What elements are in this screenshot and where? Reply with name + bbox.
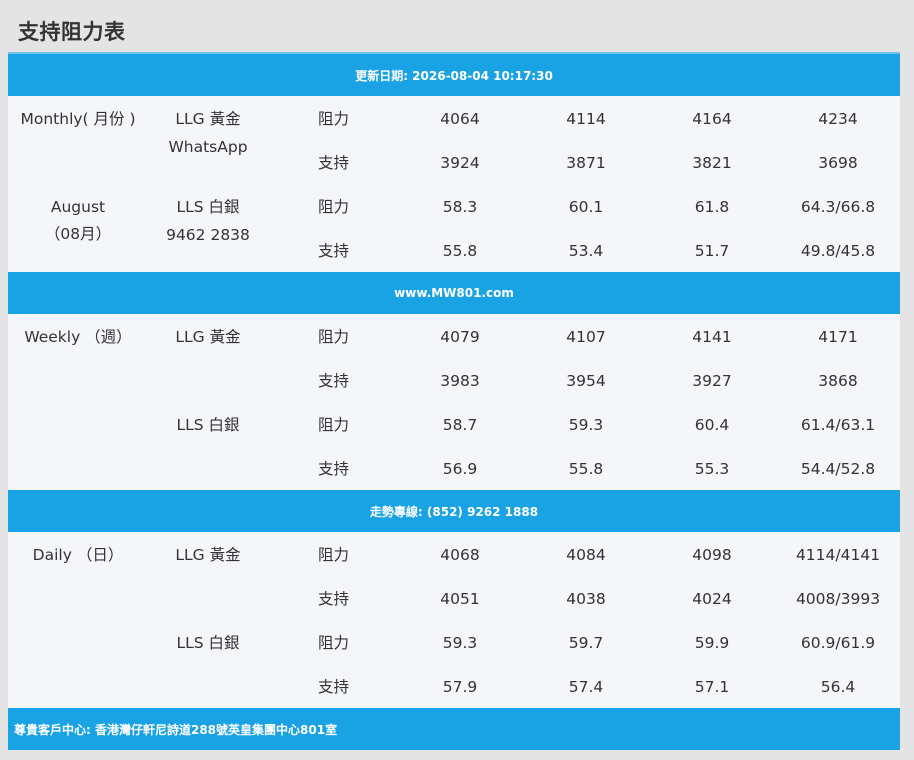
table-cell: 4051 (440, 590, 480, 608)
table-cell: 57.1 (694, 678, 730, 696)
table-cell: 3871 (566, 154, 606, 172)
row-type-support: 支持 (318, 242, 350, 260)
monthly-period-label: Monthly( 月份 ) (20, 110, 136, 128)
table-cell: 51.7 (694, 242, 730, 260)
monthly-silver-label: LLS 白銀 (176, 198, 240, 216)
table-cell: 3924 (440, 154, 480, 172)
weekly-gold-label: LLG 黃金 (175, 328, 241, 346)
row-type-support: 支持 (318, 372, 350, 390)
weekly-silver-label: LLS 白銀 (176, 416, 240, 434)
table-cell: 56.9 (442, 460, 478, 478)
table-cell: 4234 (818, 110, 858, 128)
table-cell: 56.4 (820, 678, 856, 696)
table-cell: 60.4 (694, 416, 730, 434)
hotline-bar: 走勢專線: (852) 9262 1888 (8, 490, 900, 532)
table-cell: 58.3 (442, 198, 478, 216)
table-cell: 4008/3993 (795, 590, 881, 608)
table-cell: 4114/4141 (795, 546, 881, 564)
page-title: 支持阻力表 (18, 20, 126, 44)
row-type-resistance: 阻力 (318, 634, 350, 652)
table-cell: 59.3 (568, 416, 604, 434)
table-cell: 3821 (692, 154, 732, 172)
whatsapp-number: 9462 2838 (166, 226, 250, 244)
table-cell: 4024 (692, 590, 732, 608)
table-cell: 3927 (692, 372, 732, 390)
daily-silver-label: LLS 白銀 (176, 634, 240, 652)
row-type-resistance: 阻力 (318, 416, 350, 434)
row-type-resistance: 阻力 (318, 546, 350, 564)
whatsapp-label: WhatsApp (168, 138, 248, 156)
table-cell: 61.8 (694, 198, 730, 216)
table-cell: 54.4/52.8 (800, 460, 876, 478)
row-type-resistance: 阻力 (318, 328, 350, 346)
website-bar[interactable]: www.MW801.com (8, 272, 900, 314)
table-cell: 58.7 (442, 416, 478, 434)
support-resistance-table: 更新日期: 2026-08-04 10:17:30 Monthly( 月份 ) … (8, 52, 900, 750)
table-cell: 60.9/61.9 (800, 634, 876, 652)
table-cell: 4079 (440, 328, 480, 346)
table-cell: 3954 (566, 372, 606, 390)
row-type-support: 支持 (318, 678, 350, 696)
table-cell: 4084 (566, 546, 606, 564)
table-cell: 64.3/66.8 (800, 198, 876, 216)
row-type-support: 支持 (318, 154, 350, 172)
table-cell: 59.9 (694, 634, 730, 652)
row-type-resistance: 阻力 (318, 198, 350, 216)
customer-center-bar: 尊貴客戶中心: 香港灣仔軒尼詩道288號英皇集團中心801室 (8, 708, 900, 750)
weekly-period-label: Weekly （週） (24, 328, 132, 346)
table-cell: 3983 (440, 372, 480, 390)
table-cell: 59.3 (442, 634, 478, 652)
row-type-support: 支持 (318, 590, 350, 608)
table-cell: 4064 (440, 110, 480, 128)
table-cell: 3868 (818, 372, 858, 390)
table-cell: 49.8/45.8 (800, 242, 876, 260)
table-cell: 53.4 (568, 242, 604, 260)
table-cell: 4098 (692, 546, 732, 564)
table-cell: 4171 (818, 328, 858, 346)
row-type-resistance: 阻力 (318, 110, 350, 128)
table-cell: 55.3 (694, 460, 730, 478)
update-date-bar: 更新日期: 2026-08-04 10:17:30 (8, 54, 900, 96)
daily-gold-label: LLG 黃金 (175, 546, 241, 564)
table-cell: 55.8 (568, 460, 604, 478)
monthly-month-label: August (50, 198, 106, 216)
row-type-support: 支持 (318, 460, 350, 478)
table-cell: 59.7 (568, 634, 604, 652)
table-cell: 4038 (566, 590, 606, 608)
monthly-gold-label: LLG 黃金 (175, 110, 241, 128)
table-cell: 4141 (692, 328, 732, 346)
table-cell: 4114 (566, 110, 606, 128)
table-cell: 4164 (692, 110, 732, 128)
table-cell: 57.4 (568, 678, 604, 696)
daily-period-label: Daily （日） (32, 546, 124, 564)
monthly-month-number: （08月） (44, 225, 112, 243)
table-cell: 61.4/63.1 (800, 416, 876, 434)
table-cell: 55.8 (442, 242, 478, 260)
table-cell: 3698 (818, 154, 858, 172)
table-cell: 57.9 (442, 678, 478, 696)
table-cell: 4068 (440, 546, 480, 564)
table-cell: 60.1 (568, 198, 604, 216)
table-cell: 4107 (566, 328, 606, 346)
